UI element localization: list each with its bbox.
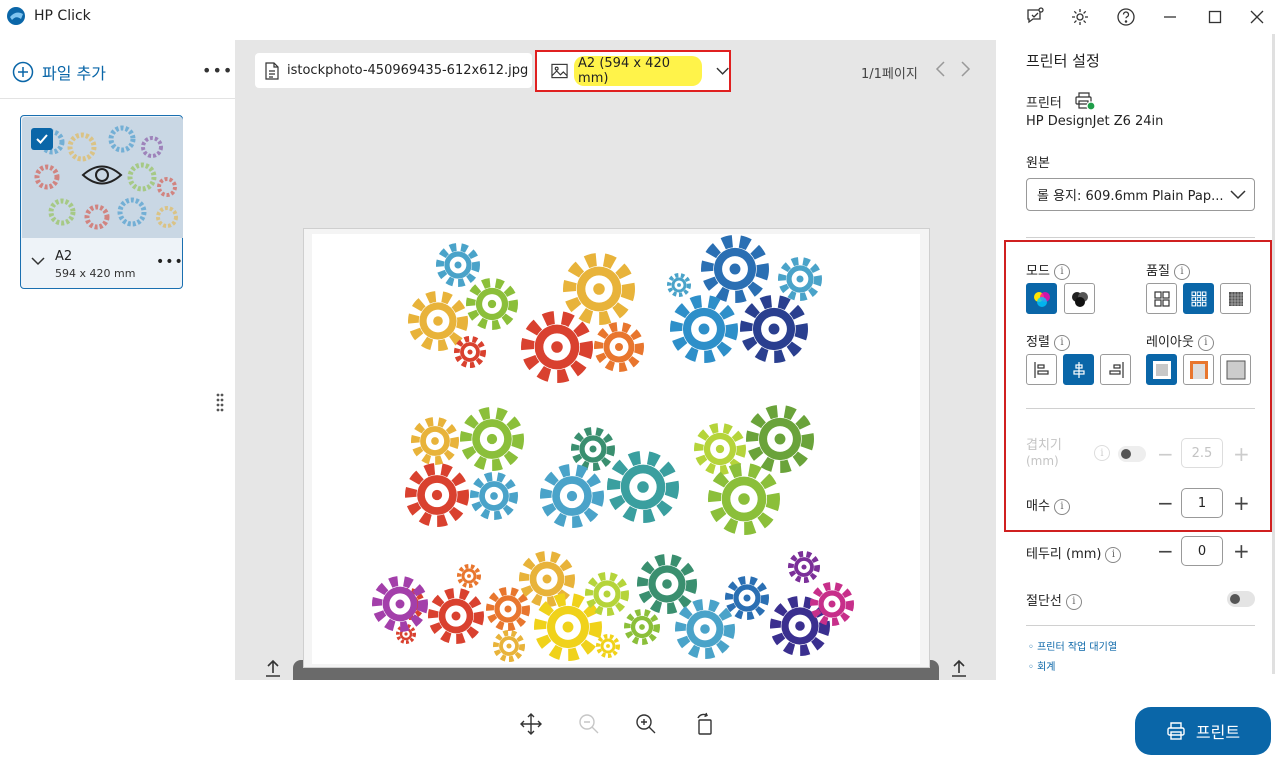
drag-handle-icon[interactable]: [215, 392, 225, 414]
print-button-label: 프린트: [1195, 723, 1241, 742]
border-label: 테두리 (mm) i: [1026, 543, 1122, 563]
border-decrement-button[interactable]: −: [1157, 541, 1174, 561]
document-icon: [265, 61, 279, 80]
feedback-icon[interactable]: [1023, 5, 1047, 29]
printer-icon: [1167, 722, 1185, 740]
image-icon: [551, 63, 568, 79]
accounting-link[interactable]: ◦ 회계: [1028, 658, 1055, 673]
chevron-down-icon: [1230, 190, 1246, 200]
annotation-highlight-box: [1004, 240, 1272, 532]
thumbnail-size-dims: 594 x 420 mm: [55, 267, 136, 280]
source-select[interactable]: 롤 용지: 609.6mm Plain Pap...: [1026, 178, 1255, 211]
border-input[interactable]: 0: [1181, 536, 1223, 566]
file-name: istockphoto-450969435-612x612.jpg: [287, 63, 529, 78]
paper-size-dropdown[interactable]: A2 (594 x 420 mm): [535, 50, 731, 92]
divider: [0, 98, 235, 99]
upload-icon[interactable]: [949, 658, 969, 678]
cutline-label: 절단선 i: [1026, 590, 1082, 610]
eye-icon[interactable]: [81, 160, 123, 190]
page-thumbnail[interactable]: A2 594 x 420 mm •••: [20, 115, 183, 289]
printer-label: 프린터: [1026, 96, 1062, 111]
info-icon[interactable]: i: [1065, 593, 1082, 610]
rotate-icon[interactable]: [693, 712, 717, 736]
check-icon: [36, 134, 48, 144]
minimize-icon[interactable]: [1158, 5, 1182, 29]
help-icon[interactable]: [1114, 5, 1138, 29]
source-value: 롤 용지: 609.6mm Plain Pap...: [1037, 189, 1224, 204]
file-panel: 파일 추가 ••• A2 594 x 420 mm •••: [0, 34, 235, 680]
printer-name: HP DesignJet Z6 24in: [1026, 114, 1164, 129]
hp-click-logo-icon: [7, 7, 25, 25]
gear-icon[interactable]: [1068, 5, 1092, 29]
divider: [1026, 625, 1255, 626]
zoom-out-icon[interactable]: [577, 712, 601, 736]
print-button[interactable]: 프린트: [1135, 707, 1271, 755]
thumbnail-more-button[interactable]: •••: [156, 254, 184, 270]
print-image: [312, 234, 920, 664]
info-icon[interactable]: i: [1105, 546, 1122, 563]
zoom-in-icon[interactable]: [634, 712, 658, 736]
close-icon[interactable]: [1245, 5, 1269, 29]
print-queue-link[interactable]: ◦ 프린터 작업 대기열: [1028, 638, 1117, 653]
thumbnail-checkbox[interactable]: [31, 128, 53, 150]
source-label: 원본: [1026, 156, 1050, 171]
cutline-toggle[interactable]: [1227, 591, 1255, 607]
border-increment-button[interactable]: +: [1233, 541, 1250, 561]
move-icon[interactable]: [519, 712, 543, 736]
printer-status-icon: [1075, 92, 1096, 111]
maximize-icon[interactable]: [1203, 5, 1227, 29]
window-title: HP Click: [34, 8, 91, 24]
file-name-chip[interactable]: istockphoto-450969435-612x612.jpg: [255, 53, 532, 88]
chevron-down-icon[interactable]: [31, 256, 45, 266]
upload-icon[interactable]: [263, 658, 283, 678]
thumbnail-size-label: A2: [55, 249, 73, 264]
preview-area: istockphoto-450969435-612x612.jpg A2 (59…: [216, 40, 996, 680]
chevron-down-icon: [716, 67, 729, 75]
paper-size-value: A2 (594 x 420 mm): [574, 56, 702, 86]
divider: [1026, 237, 1255, 238]
plus-circle-icon: [12, 61, 34, 83]
settings-scrollbar[interactable]: [1272, 34, 1275, 674]
chevron-left-icon[interactable]: [935, 60, 947, 78]
settings-title: 프린터 설정: [1026, 52, 1100, 70]
file-more-button[interactable]: •••: [202, 61, 233, 80]
title-bar: HP Click: [0, 0, 1277, 34]
paper-preview: [303, 228, 930, 668]
chevron-right-icon[interactable]: [959, 60, 971, 78]
add-file-button[interactable]: 파일 추가: [12, 60, 106, 84]
add-file-label: 파일 추가: [42, 64, 106, 83]
page-indicator: 1/1페이지: [861, 67, 918, 82]
